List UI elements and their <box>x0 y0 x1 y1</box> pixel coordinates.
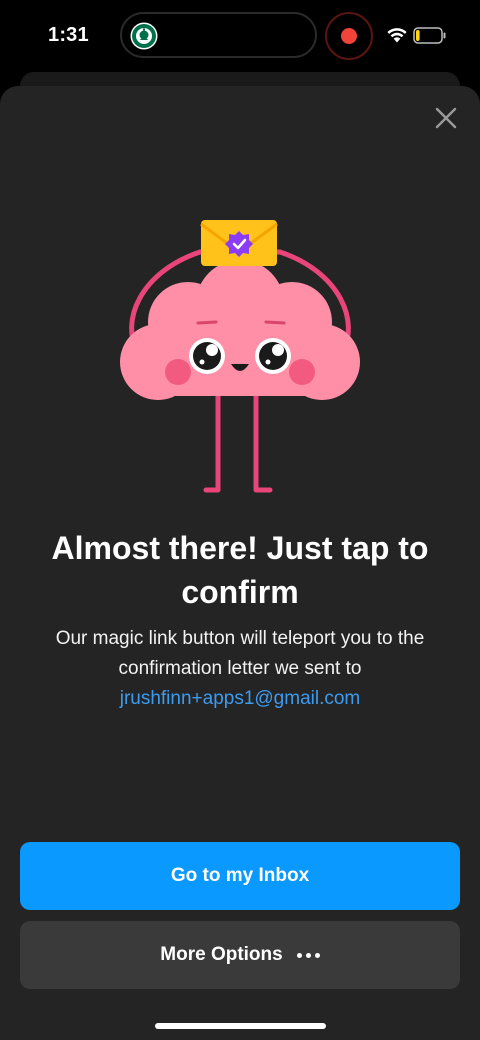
page-title: Almost there! Just tap to confirm <box>51 530 429 610</box>
more-options-button[interactable]: More Options <box>20 921 460 989</box>
verified-badge-icon <box>225 231 253 257</box>
status-time: 1:31 <box>48 24 89 46</box>
wifi-icon <box>387 28 407 43</box>
email-address-link[interactable]: jrushfinn+apps1@gmail.com <box>24 684 456 714</box>
confirmation-description: Our magic link button will teleport you … <box>55 628 425 679</box>
go-to-inbox-label: Go to my Inbox <box>170 865 310 886</box>
mascot-right-cheek <box>289 359 315 385</box>
envelope-icon <box>200 220 278 266</box>
more-dots-icon <box>296 952 320 958</box>
screen-recording-indicator[interactable] <box>325 12 373 60</box>
more-options-label: More Options <box>160 944 283 965</box>
starbucks-logo-icon <box>130 22 158 50</box>
mascot-left-eye <box>189 338 225 374</box>
home-indicator[interactable] <box>155 1023 326 1029</box>
go-to-inbox-button[interactable]: Go to my Inbox <box>20 842 460 910</box>
mascot-cloud-body <box>120 260 360 400</box>
record-dot-icon <box>341 28 357 44</box>
mascot-left-leg <box>203 389 221 493</box>
mascot-right-leg <box>253 389 273 493</box>
battery-low-icon <box>413 27 446 44</box>
screen: 1:31 Almost there! Just tap to confirm O… <box>0 0 480 1040</box>
cloud-mascot-illustration <box>120 220 360 493</box>
mascot-left-cheek <box>165 359 191 385</box>
close-icon <box>435 107 457 129</box>
mascot-right-eye <box>255 338 291 374</box>
status-bar: 1:31 <box>0 0 480 72</box>
close-button[interactable] <box>428 100 464 136</box>
dynamic-island <box>120 12 317 58</box>
